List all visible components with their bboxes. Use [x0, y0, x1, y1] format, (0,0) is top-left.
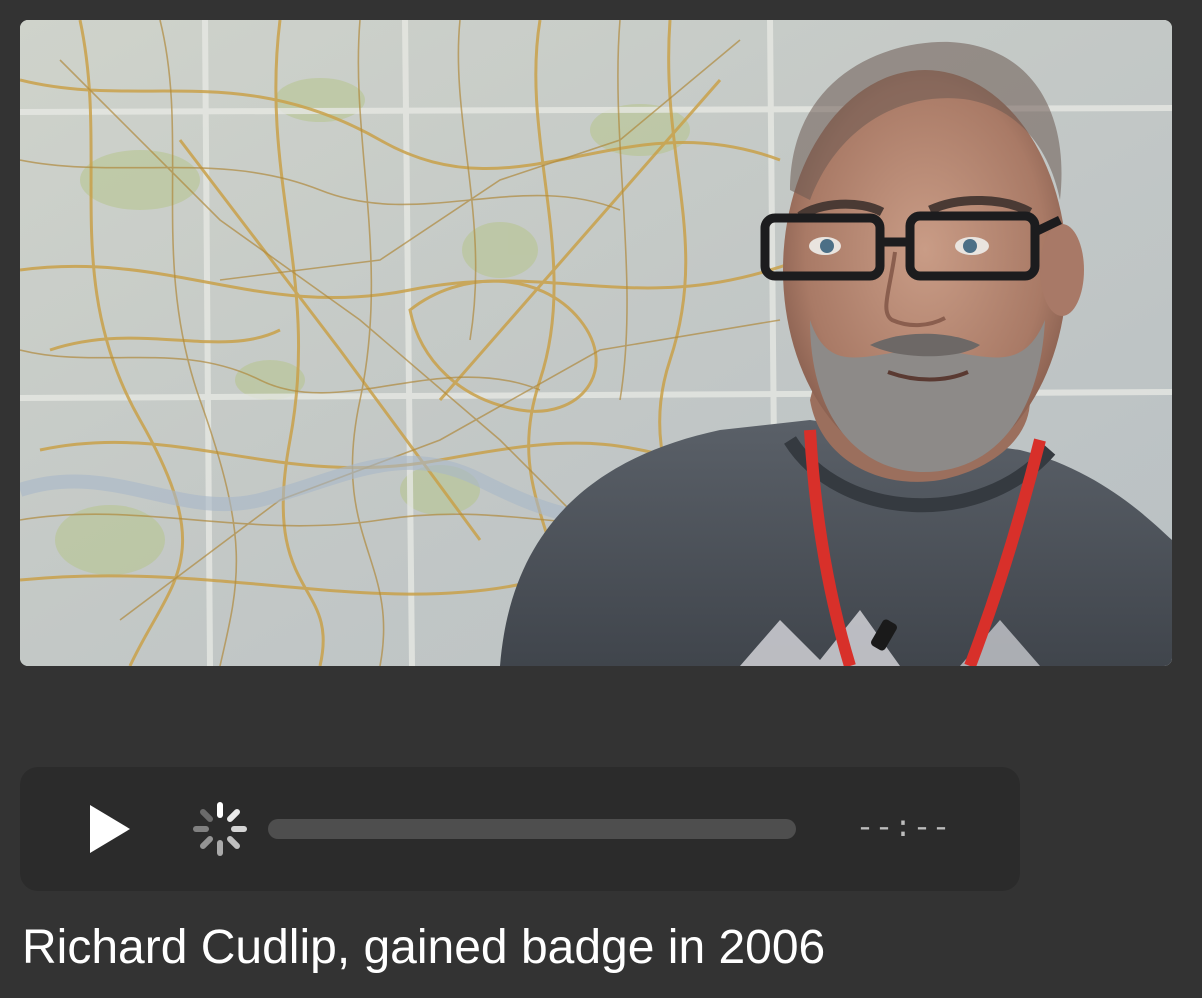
play-icon — [90, 805, 130, 853]
time-readout: --:-- — [856, 812, 952, 846]
media-page: --:-- Richard Cudlip, gained badge in 20… — [0, 0, 1202, 998]
interview-portrait-image — [20, 20, 1172, 666]
progress-track[interactable] — [268, 819, 796, 839]
play-button[interactable] — [82, 801, 138, 857]
loading-spinner-icon — [193, 802, 247, 856]
audio-player-bar: --:-- — [20, 767, 1020, 891]
video-still[interactable] — [20, 20, 1172, 666]
loading-spinner — [192, 801, 248, 857]
video-caption: Richard Cudlip, gained badge in 2006 — [22, 921, 826, 974]
